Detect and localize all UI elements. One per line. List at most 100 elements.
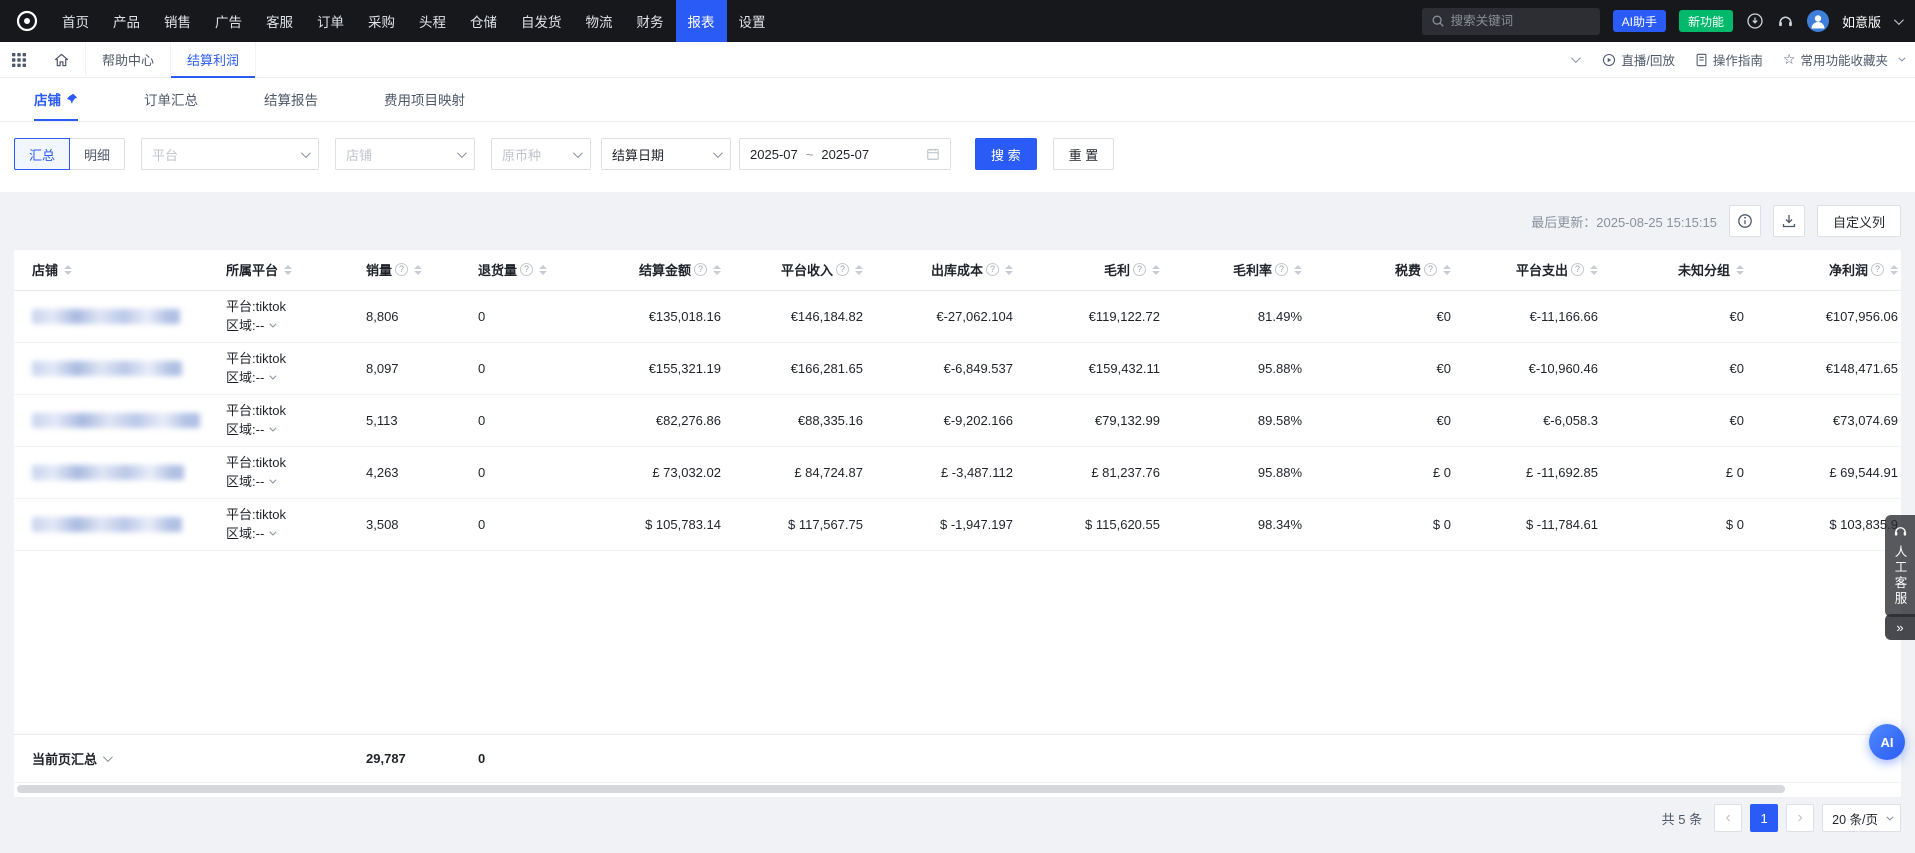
help-icon[interactable] <box>836 263 849 276</box>
chevron-down-icon[interactable] <box>270 373 277 380</box>
nav-item-sales[interactable]: 销售 <box>152 0 203 42</box>
nav-item-reports[interactable]: 报表 <box>676 0 727 42</box>
sort-icon[interactable] <box>1736 265 1744 275</box>
nav-item-ads[interactable]: 广告 <box>203 0 254 42</box>
export-button[interactable] <box>1773 205 1805 237</box>
customer-service-widget[interactable]: 人工客服 <box>1885 515 1915 617</box>
chevron-down-icon[interactable] <box>270 321 277 328</box>
avatar[interactable] <box>1807 10 1829 32</box>
table-scroll-area[interactable]: 店铺 所属平台 销量 退货量 结算金额 平台收入 出库成本 毛利 毛利率 税费 … <box>14 250 1901 783</box>
ai-fab-button[interactable]: AI <box>1869 724 1905 760</box>
scrollbar-thumb[interactable] <box>17 785 1785 793</box>
sort-icon[interactable] <box>284 265 292 275</box>
headset-icon[interactable] <box>1777 13 1794 30</box>
column-platform-expense[interactable]: 平台支出 <box>1467 250 1614 290</box>
column-tax[interactable]: 税费 <box>1318 250 1467 290</box>
help-icon[interactable] <box>694 263 707 276</box>
column-outbound-cost[interactable]: 出库成本 <box>879 250 1029 290</box>
nav-item-products[interactable]: 产品 <box>101 0 152 42</box>
help-icon[interactable] <box>986 263 999 276</box>
next-page-button[interactable] <box>1786 804 1814 832</box>
sort-icon[interactable] <box>1294 265 1302 275</box>
nav-item-home[interactable]: 首页 <box>50 0 101 42</box>
chevron-down-icon[interactable] <box>270 529 277 536</box>
date-from-value[interactable]: 2025-07 <box>750 147 798 162</box>
store-select[interactable]: 店铺 <box>335 138 475 170</box>
current-page-button[interactable]: 1 <box>1750 804 1778 832</box>
nav-item-purchasing[interactable]: 采购 <box>356 0 407 42</box>
sort-icon[interactable] <box>64 265 72 275</box>
tab-order-summary[interactable]: 订单汇总 <box>144 77 198 121</box>
sort-icon[interactable] <box>1152 265 1160 275</box>
search-button[interactable]: 搜 索 <box>975 138 1037 170</box>
new-feature-button[interactable]: 新功能 <box>1679 10 1733 32</box>
column-sales-qty[interactable]: 销量 <box>350 250 462 290</box>
column-platform-income[interactable]: 平台收入 <box>737 250 879 290</box>
column-platform[interactable]: 所属平台 <box>210 250 350 290</box>
sort-icon[interactable] <box>713 265 721 275</box>
nav-item-warehouse[interactable]: 仓储 <box>458 0 509 42</box>
nav-item-first-leg[interactable]: 头程 <box>407 0 458 42</box>
info-button[interactable] <box>1729 205 1761 237</box>
live-replay-link[interactable]: 直播/回放 <box>1602 50 1674 69</box>
currency-select[interactable]: 原币种 <box>491 138 591 170</box>
tab-settlement-report[interactable]: 结算报告 <box>264 77 318 121</box>
nav-item-finance[interactable]: 财务 <box>625 0 676 42</box>
column-net-profit[interactable]: 净利润 <box>1760 250 1901 290</box>
platform-select[interactable]: 平台 <box>141 138 319 170</box>
column-settlement-amount[interactable]: 结算金额 <box>592 250 737 290</box>
column-gross-profit[interactable]: 毛利 <box>1029 250 1176 290</box>
date-to-value[interactable]: 2025-07 <box>821 147 869 162</box>
help-icon[interactable] <box>1275 263 1288 276</box>
settlement-profit-tab[interactable]: 结算利润 <box>171 42 256 78</box>
tab-store[interactable]: 店铺 <box>34 77 78 121</box>
nav-item-orders[interactable]: 订单 <box>305 0 356 42</box>
apps-grid-icon[interactable] <box>12 53 26 67</box>
nav-item-settings[interactable]: 设置 <box>727 0 778 42</box>
column-unknown-group[interactable]: 未知分组 <box>1614 250 1760 290</box>
date-type-select[interactable]: 结算日期 <box>601 138 731 170</box>
guide-link[interactable]: 操作指南 <box>1695 50 1763 69</box>
widget-collapse-button[interactable]: » <box>1885 614 1915 640</box>
help-center-tab[interactable]: 帮助中心 <box>86 42 171 78</box>
column-store[interactable]: 店铺 <box>14 250 210 290</box>
reset-button[interactable]: 重 置 <box>1053 138 1115 170</box>
help-icon[interactable] <box>1133 263 1146 276</box>
table-row[interactable]: 平台: tiktok 区域: -- 5,113 0 €82,276.86 €88… <box>14 394 1901 446</box>
search-input[interactable] <box>1451 14 1581 28</box>
table-row[interactable]: 平台: tiktok 区域: -- 3,508 0 $ 105,783.14 $… <box>14 498 1901 550</box>
help-icon[interactable] <box>520 263 533 276</box>
tab-fee-mapping[interactable]: 费用项目映射 <box>384 77 465 121</box>
ai-assistant-button[interactable]: AI助手 <box>1613 10 1666 32</box>
customize-columns-button[interactable]: 自定义列 <box>1817 205 1901 237</box>
chevron-down-icon[interactable] <box>1894 15 1904 25</box>
sort-icon[interactable] <box>1590 265 1598 275</box>
global-search[interactable] <box>1422 8 1600 35</box>
page-summary-toggle[interactable]: 当前页汇总 <box>32 749 110 768</box>
sort-icon[interactable] <box>855 265 863 275</box>
tabs-collapse-chevron-icon[interactable] <box>1571 53 1581 63</box>
page-size-select[interactable]: 20 条/页 <box>1822 804 1901 832</box>
favorites-link[interactable]: 常用功能收藏夹 <box>1783 50 1903 69</box>
help-icon[interactable] <box>1871 263 1884 276</box>
download-center-icon[interactable] <box>1746 12 1764 30</box>
sort-icon[interactable] <box>539 265 547 275</box>
detail-toggle-button[interactable]: 明细 <box>69 138 125 170</box>
chevron-down-icon[interactable] <box>270 425 277 432</box>
table-row[interactable]: 平台: tiktok 区域: -- 8,097 0 €155,321.19 €1… <box>14 342 1901 394</box>
help-icon[interactable] <box>1424 263 1437 276</box>
summary-toggle-button[interactable]: 汇总 <box>14 138 70 170</box>
pin-icon[interactable] <box>66 93 78 105</box>
nav-item-logistics[interactable]: 物流 <box>574 0 625 42</box>
nav-item-self-delivery[interactable]: 自发货 <box>509 0 574 42</box>
sort-icon[interactable] <box>1890 265 1898 275</box>
sort-icon[interactable] <box>1005 265 1013 275</box>
column-return-qty[interactable]: 退货量 <box>462 250 592 290</box>
column-gross-margin[interactable]: 毛利率 <box>1176 250 1318 290</box>
edition-label[interactable]: 如意版 <box>1842 12 1881 31</box>
nav-item-customer-service[interactable]: 客服 <box>254 0 305 42</box>
sort-icon[interactable] <box>1443 265 1451 275</box>
app-logo-icon[interactable] <box>14 8 40 34</box>
prev-page-button[interactable] <box>1714 804 1742 832</box>
home-tab[interactable] <box>38 42 86 78</box>
